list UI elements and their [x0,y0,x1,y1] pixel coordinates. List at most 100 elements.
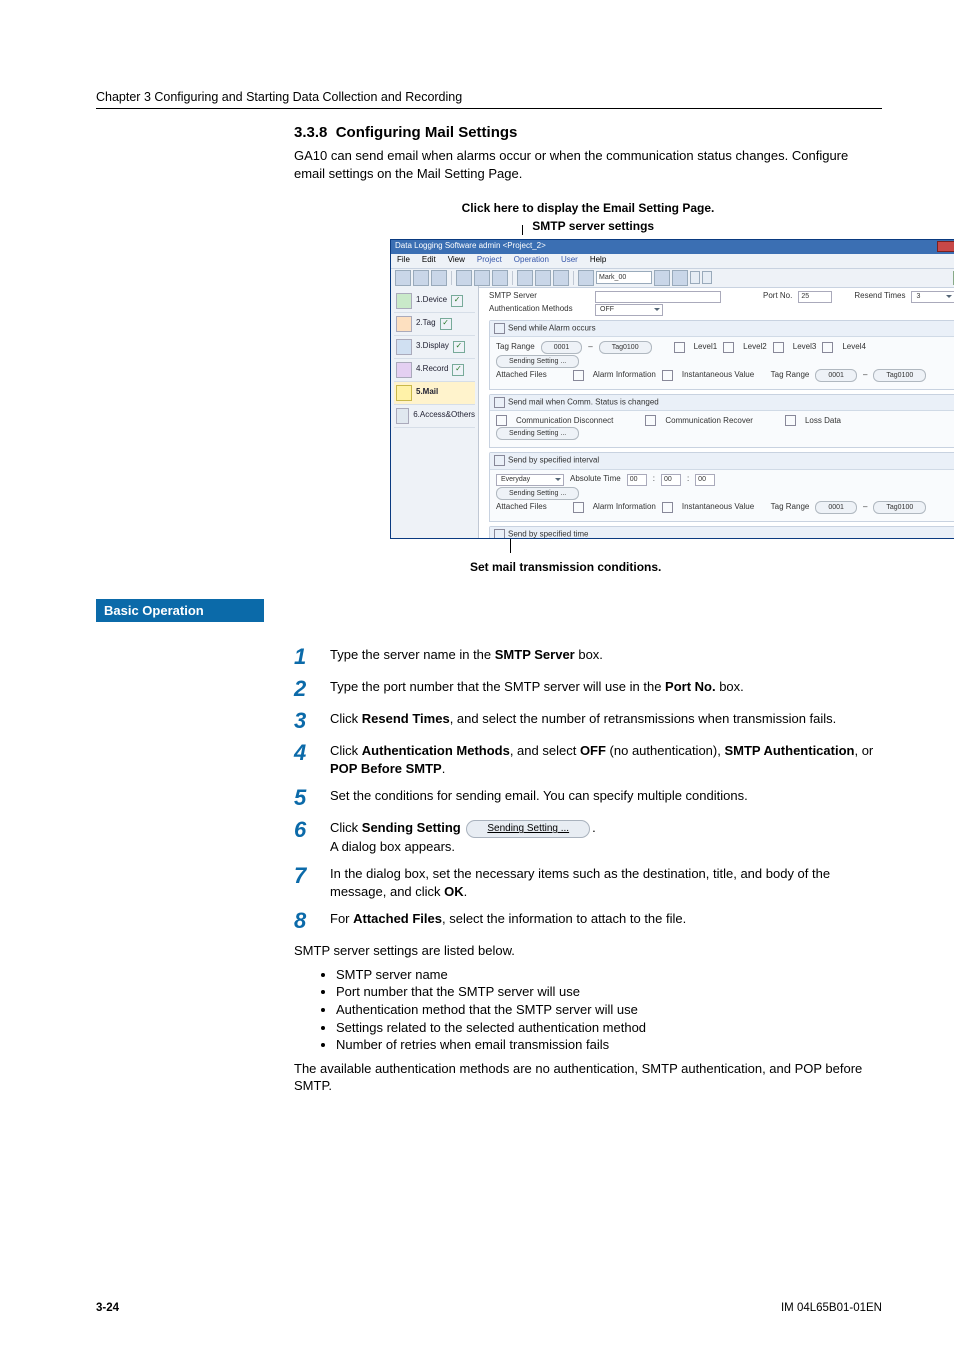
toolbar-icon[interactable] [654,270,670,286]
nav-display[interactable]: 3.Display✓ [394,336,475,359]
alarm-info-checkbox[interactable] [573,370,584,381]
menu-user[interactable]: User [561,255,578,266]
smtp-list: SMTP server name Port number that the SM… [318,966,882,1054]
toolbar-mark-icon[interactable] [578,270,594,286]
group-send-specified-time: Send by specified time 00: 01: 00 Sendin… [489,526,954,538]
att-tag-end[interactable]: Tag0100 [873,369,926,382]
s2b: Port No. [665,679,716,694]
sending-setting-button[interactable]: Sending Setting ... [496,487,579,500]
toolbar-icon[interactable] [395,270,411,286]
sending-setting-button[interactable]: Sending Setting ... [496,427,579,440]
level3-checkbox[interactable] [773,342,784,353]
s1c: box. [575,647,603,662]
level1-checkbox[interactable] [674,342,685,353]
nav-mail[interactable]: 5.Mail [394,382,475,405]
toolbar-icon[interactable] [431,270,447,286]
enable-checkbox[interactable] [494,455,505,466]
att-tag-start[interactable]: 0001 [815,369,857,382]
resend-dropdown[interactable]: 3 [911,291,954,303]
s8b: Attached Files [353,911,442,926]
list-item: Authentication method that the SMTP serv… [336,1001,882,1019]
auth-dropdown[interactable]: OFF [595,304,663,316]
time-mm[interactable]: 00 [661,474,681,486]
toolbar-icon[interactable] [474,270,490,286]
sending-setting-button[interactable]: Sending Setting ... [496,355,579,368]
alarm-info-checkbox[interactable] [573,502,584,513]
att-tag-start[interactable]: 0001 [815,501,857,514]
nav-access[interactable]: 6.Access&Others [394,405,475,428]
toolbar-icon[interactable] [672,270,688,286]
group-head: Send mail when Comm. Status is changed [508,398,659,407]
interval-dropdown[interactable]: Everyday [496,474,564,486]
enable-checkbox[interactable] [494,397,505,408]
callout-smtp: SMTP server settings [532,219,654,233]
toolbar-icon[interactable] [553,270,569,286]
loss-data-label: Loss Data [805,416,841,427]
s5: Set the conditions for sending email. Yo… [330,787,882,805]
menu-project[interactable]: Project [477,255,502,266]
port-label: Port No. [763,291,792,302]
enable-checkbox[interactable] [494,323,505,334]
tag-end-pill[interactable]: Tag0100 [599,341,652,354]
inst-value-checkbox[interactable] [662,370,673,381]
nav-device[interactable]: 1.Device✓ [394,290,475,313]
toolbar-icon[interactable] [535,270,551,286]
port-input[interactable]: 25 [798,291,832,303]
toolbar-icon[interactable] [456,270,472,286]
section-number: 3.3.8 [294,124,327,141]
toolbar-mark-field[interactable]: Mark_00 [596,271,652,284]
inst-value-checkbox[interactable] [662,502,673,513]
toolbar-button[interactable] [690,271,700,284]
nav-record[interactable]: 4.Record✓ [394,359,475,382]
nav-label: 4.Record [416,364,448,375]
window-titlebar: Data Logging Software admin <Project_2> [391,240,954,254]
time-ss[interactable]: 00 [695,474,715,486]
toolbar-button[interactable] [702,271,712,284]
time-hh[interactable]: 00 [627,474,647,486]
toolbar-icon[interactable] [517,270,533,286]
display-icon [396,339,412,355]
callout-top: Click here to display the Email Setting … [294,200,882,216]
enable-checkbox[interactable] [494,529,505,538]
section-heading: 3.3.8 Configuring Mail Settings [294,123,882,143]
menu-file[interactable]: File [397,255,410,266]
level4-checkbox[interactable] [822,342,833,353]
att-tag-range-label: Tag Range [771,370,810,381]
toolbar-icon[interactable] [413,270,429,286]
menu-help[interactable]: Help [590,255,606,266]
smtp-server-input[interactable] [595,291,721,303]
att-tag-end[interactable]: Tag0100 [873,501,926,514]
absolute-time-label: Absolute Time [570,474,621,485]
nav-label: 6.Access&Others [413,410,475,421]
s6c: . [592,820,596,835]
s6b: Sending Setting [362,820,461,835]
s3c: , and select the number of retransmissio… [450,711,837,726]
nav-tag[interactable]: 2.Tag✓ [394,313,475,336]
level2-checkbox[interactable] [723,342,734,353]
comm-recover-checkbox[interactable] [645,415,656,426]
menu-view[interactable]: View [448,255,465,266]
dash: – [588,342,592,353]
toolbar-icon[interactable] [492,270,508,286]
s6d: A dialog box appears. [330,839,455,854]
loss-data-checkbox[interactable] [785,415,796,426]
group-send-interval: Send by specified interval Everyday Abso… [489,452,954,521]
chapter-title: Chapter 3 Configuring and Starting Data … [96,90,462,104]
s7c: . [464,884,468,899]
tag-start-pill[interactable]: 0001 [541,341,583,354]
menu-edit[interactable]: Edit [422,255,436,266]
menu-operation[interactable]: Operation [514,255,549,266]
s7b: OK [444,884,464,899]
s8a: For [330,911,353,926]
mail-settings-screenshot: Data Logging Software admin <Project_2> … [390,239,954,539]
list-item: Port number that the SMTP server will us… [336,983,882,1001]
comm-disconnect-checkbox[interactable] [496,415,507,426]
s1a: Type the server name in the [330,647,495,662]
check-icon: ✓ [453,341,465,353]
smtp-list-lead: SMTP server settings are listed below. [294,942,882,960]
s4c: , and select [510,743,580,758]
device-icon [396,293,412,309]
group-head: Send while Alarm occurs [508,323,596,332]
window-control-close[interactable] [937,241,954,252]
attached-files-label: Attached Files [496,502,547,513]
